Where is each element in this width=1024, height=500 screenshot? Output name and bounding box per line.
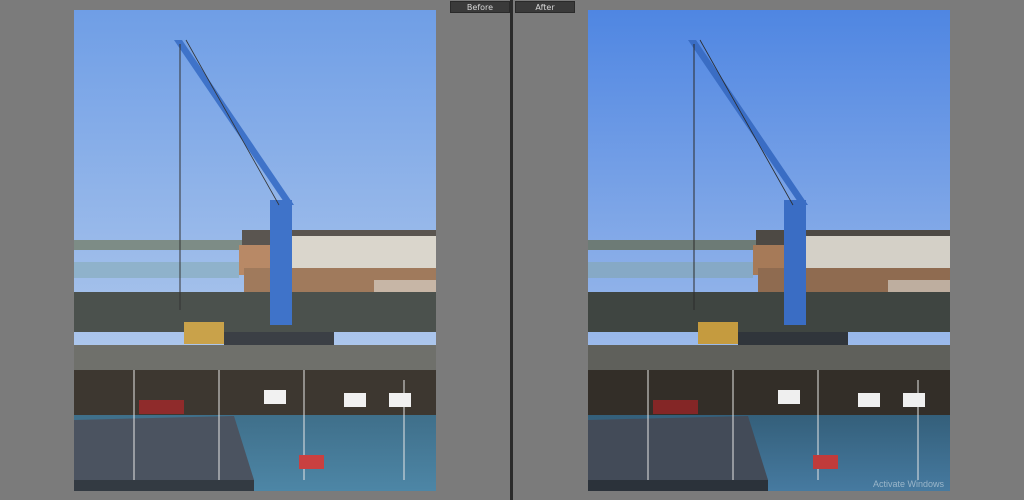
after-pane: After Activate Windows	[513, 0, 1024, 500]
after-photo: Activate Windows	[588, 10, 950, 491]
after-label: After	[515, 1, 575, 13]
before-label: Before	[450, 1, 510, 13]
activate-windows-watermark: Activate Windows	[872, 479, 944, 489]
before-photo	[74, 10, 436, 491]
before-pane: Before	[0, 0, 510, 500]
harbour-crane-image-before	[74, 10, 436, 491]
harbour-crane-image-after	[588, 10, 950, 491]
